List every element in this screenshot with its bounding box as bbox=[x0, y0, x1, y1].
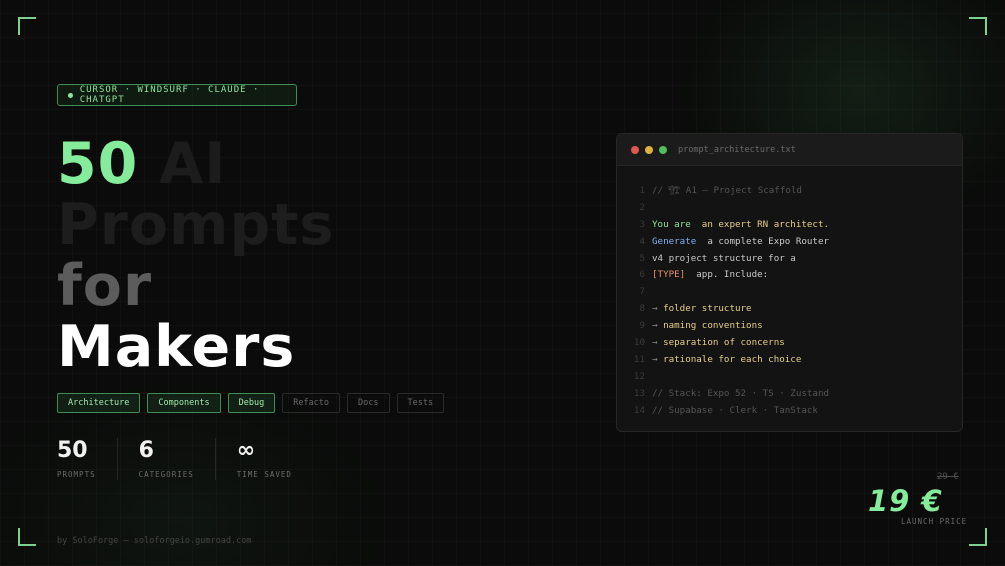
code-token: → bbox=[652, 303, 664, 315]
corner-bracket-bottom-right bbox=[969, 528, 987, 546]
code-line: 3 You are an expert RN architect. bbox=[617, 216, 962, 233]
corner-bracket-top-left bbox=[18, 17, 36, 35]
tools-badge: CURSOR · WINDSURF · CLAUDE · CHATGPT bbox=[57, 84, 297, 106]
maximize-dot-icon[interactable] bbox=[659, 145, 667, 154]
headline-line-1: 50 AI bbox=[57, 134, 334, 195]
code-token: a complete Expo Router bbox=[696, 235, 830, 247]
close-dot-icon[interactable] bbox=[631, 145, 639, 154]
code-token: rationale for each choice bbox=[663, 353, 802, 365]
code-line: 10 → separation of concerns bbox=[617, 334, 962, 351]
stat-prompts: 50 PROMPTS bbox=[57, 438, 96, 480]
corner-bracket-top-right bbox=[969, 17, 987, 35]
code-editor-window: prompt_architecture.txt 1 // 🏗 A1 — Proje… bbox=[616, 133, 963, 432]
headline-ai: AI bbox=[138, 131, 227, 197]
code-line: 1 // 🏗 A1 — Project Scaffold bbox=[617, 182, 962, 199]
code-token: // Supabase · Clerk · TanStack bbox=[652, 404, 818, 416]
headline: 50 AI Prompts for Makers bbox=[57, 134, 334, 378]
code-area: 1 // 🏗 A1 — Project Scaffold 2 3 You are an … bbox=[617, 182, 962, 418]
old-price: 29 € bbox=[937, 472, 959, 482]
code-line: 9 → naming conventions bbox=[617, 317, 962, 334]
code-token: naming conventions bbox=[663, 320, 763, 332]
line-number: 8 bbox=[639, 303, 645, 315]
code-token: separation of concerns bbox=[663, 336, 785, 348]
stat-label: PROMPTS bbox=[57, 470, 96, 479]
code-token: → bbox=[652, 353, 664, 365]
stat-label: TIME SAVED bbox=[236, 470, 292, 479]
stats-row: 50 PROMPTS 6 CATEGORIES ∞ TIME SAVED bbox=[57, 438, 292, 480]
code-token: v4 project structure for a bbox=[652, 252, 796, 264]
tag-architecture[interactable]: Architecture bbox=[57, 393, 141, 413]
line-number: 11 bbox=[633, 353, 645, 365]
footer-credit: by SoloForge — soloforgeio.gumroad.com bbox=[57, 536, 252, 546]
stat-value: 6 bbox=[138, 438, 154, 463]
tag-tests[interactable]: Tests bbox=[396, 393, 445, 413]
tag-components[interactable]: Components bbox=[147, 393, 221, 413]
code-token: // Stack: Expo 52 · TS · Zustand bbox=[652, 387, 830, 399]
code-token: → bbox=[652, 320, 664, 332]
code-line: 2 bbox=[617, 199, 962, 216]
code-line: 14 // Supabase · Clerk · TanStack bbox=[617, 402, 962, 419]
stat-divider bbox=[214, 438, 216, 480]
category-tags: Architecture Components Debug Refacto Do… bbox=[57, 393, 445, 413]
line-number: 3 bbox=[639, 218, 645, 230]
stat-categories: 6 CATEGORIES bbox=[139, 438, 194, 480]
line-number: 14 bbox=[633, 404, 645, 416]
line-number: 5 bbox=[639, 252, 645, 264]
editor-title-bar: prompt_architecture.txt bbox=[617, 134, 962, 166]
launch-price-label: LAUNCH PRICE bbox=[901, 517, 968, 526]
code-line: 7 bbox=[617, 283, 962, 300]
line-number: 1 bbox=[639, 184, 645, 196]
stat-time-saved: ∞ TIME SAVED bbox=[237, 438, 292, 480]
code-token: folder structure bbox=[663, 303, 752, 315]
code-line: 12 bbox=[617, 368, 962, 385]
code-token: → bbox=[652, 336, 664, 348]
code-line: 4 Generate a complete Expo Router bbox=[617, 233, 962, 250]
code-line: 13 // Stack: Expo 52 · TS · Zustand bbox=[617, 385, 962, 402]
line-number: 9 bbox=[639, 320, 645, 332]
line-number: 7 bbox=[639, 286, 645, 298]
editor-filename: prompt_architecture.txt bbox=[678, 144, 796, 155]
corner-bracket-bottom-left bbox=[18, 528, 36, 546]
tag-debug[interactable]: Debug bbox=[227, 393, 276, 413]
headline-number: 50 bbox=[57, 131, 139, 197]
stat-divider bbox=[116, 438, 118, 480]
headline-line-2: Prompts bbox=[57, 192, 335, 258]
tag-docs[interactable]: Docs bbox=[347, 393, 390, 413]
line-number: 10 bbox=[633, 336, 645, 348]
headline-line-4: Makers bbox=[57, 314, 296, 380]
stat-label: CATEGORIES bbox=[138, 470, 194, 479]
stat-value: 50 bbox=[57, 438, 88, 463]
launch-price: 19 € bbox=[868, 484, 943, 518]
line-number: 6 bbox=[639, 269, 645, 281]
line-number: 12 bbox=[633, 370, 645, 382]
code-token: You are bbox=[652, 218, 691, 230]
code-token: app. Include: bbox=[685, 269, 769, 281]
code-line: 6 [TYPE] app. Include: bbox=[617, 266, 962, 283]
minimize-dot-icon[interactable] bbox=[645, 145, 653, 154]
status-dot-icon bbox=[68, 92, 73, 98]
code-line: 11 → rationale for each choice bbox=[617, 351, 962, 368]
headline-line-3: for bbox=[57, 253, 153, 319]
line-number: 13 bbox=[633, 387, 645, 399]
code-line: 8 → folder structure bbox=[617, 300, 962, 317]
code-token: // 🏗 A1 — Project Scaffold bbox=[652, 184, 802, 196]
stat-value: ∞ bbox=[236, 438, 256, 463]
code-token: [TYPE] bbox=[652, 269, 686, 281]
code-line: 5 v4 project structure for a bbox=[617, 250, 962, 267]
tag-refacto[interactable]: Refacto bbox=[282, 393, 341, 413]
tools-badge-text: CURSOR · WINDSURF · CLAUDE · CHATGPT bbox=[79, 85, 260, 105]
line-number: 2 bbox=[639, 201, 645, 213]
line-number: 4 bbox=[639, 235, 645, 247]
code-token: Generate bbox=[652, 235, 697, 247]
code-token: an expert RN architect. bbox=[690, 218, 830, 230]
